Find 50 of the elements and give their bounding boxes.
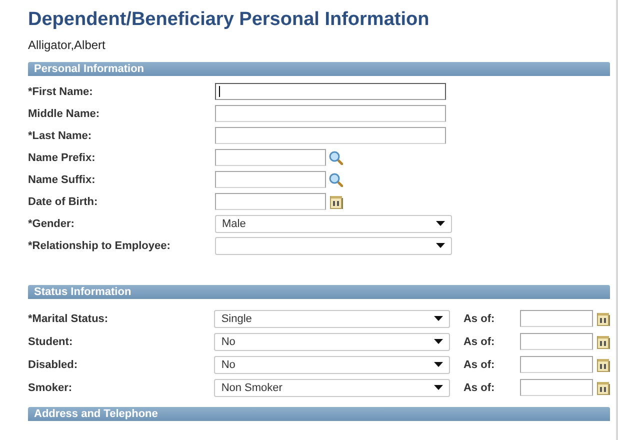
input-field[interactable] xyxy=(215,149,326,166)
field-label: As of: xyxy=(463,336,496,348)
dropdown-field[interactable]: Single xyxy=(214,310,450,328)
input-field[interactable] xyxy=(215,127,446,144)
calendar-icon[interactable] xyxy=(597,312,610,326)
dropdown-field[interactable]: Male xyxy=(215,214,452,232)
caret-icon xyxy=(434,316,444,321)
section-header: Status Information xyxy=(28,285,610,299)
field-label: As of: xyxy=(463,358,496,370)
field-label: *Last Name: xyxy=(28,130,93,142)
dropdown-field[interactable] xyxy=(215,236,452,254)
caret-icon xyxy=(434,339,444,344)
section-header: Personal Information xyxy=(28,62,610,76)
field-label: Date of Birth: xyxy=(28,196,99,208)
search-icon[interactable] xyxy=(329,150,343,164)
input-field[interactable] xyxy=(520,310,594,327)
dropdown-field[interactable]: No xyxy=(214,332,450,350)
field-label: *Marital Status: xyxy=(28,312,110,324)
dropdown-field[interactable]: No xyxy=(214,356,450,374)
search-icon[interactable] xyxy=(329,172,343,186)
input-field[interactable] xyxy=(520,379,594,396)
caret-icon xyxy=(436,243,445,248)
field-label: *Gender: xyxy=(28,218,76,230)
field-label: Smoker: xyxy=(28,382,74,394)
field-label: *Relationship to Employee: xyxy=(28,240,172,252)
field-label: As of: xyxy=(463,312,496,324)
input-field[interactable] xyxy=(215,83,446,100)
calendar-icon[interactable] xyxy=(597,334,610,348)
calendar-icon[interactable] xyxy=(330,194,343,208)
section-header: Address and Telephone xyxy=(28,407,610,421)
field-label: Student: xyxy=(28,336,74,348)
field-label: Disabled: xyxy=(28,358,79,370)
field-label: As of: xyxy=(463,382,496,394)
input-field[interactable] xyxy=(520,356,594,373)
caret-icon xyxy=(434,385,444,390)
field-label: *First Name: xyxy=(28,86,94,98)
field-label: Name Prefix: xyxy=(28,152,96,164)
input-field[interactable] xyxy=(215,193,326,210)
page-title: Dependent/Beneficiary Personal Information xyxy=(28,8,430,32)
calendar-icon[interactable] xyxy=(597,380,610,394)
input-field[interactable] xyxy=(215,171,326,188)
field-label: Middle Name: xyxy=(28,108,101,120)
dropdown-field[interactable]: Non Smoker xyxy=(214,378,450,396)
calendar-icon[interactable] xyxy=(597,358,610,372)
field-label: Name Suffix: xyxy=(28,174,96,186)
input-field[interactable] xyxy=(520,333,594,350)
employee-name: Alligator,Albert xyxy=(28,38,106,52)
input-field[interactable] xyxy=(215,105,446,122)
caret-icon xyxy=(436,221,445,226)
caret-icon xyxy=(434,362,444,367)
